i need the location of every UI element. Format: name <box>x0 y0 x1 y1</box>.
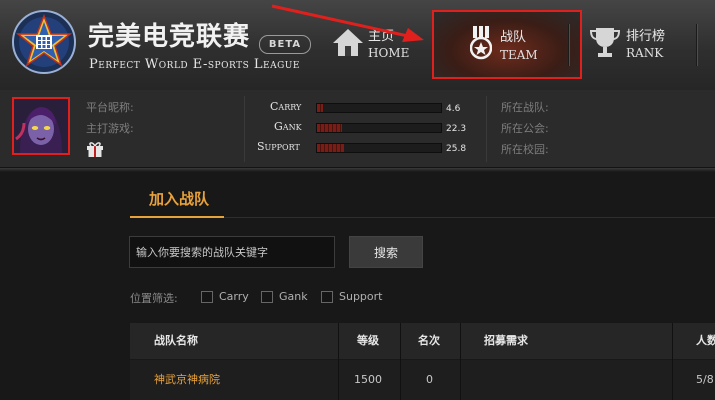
stat-value-gank: 22.3 <box>446 124 467 134</box>
team-name-link[interactable]: 神武京神病院 <box>154 360 220 400</box>
filter-gank-checkbox[interactable] <box>261 291 273 303</box>
nav-rank[interactable]: 排行榜 RANK <box>590 0 700 90</box>
nav-rank-label-en: RANK <box>626 46 664 60</box>
table-header: 战队名称 等级 名次 招募需求 人数 <box>130 323 715 359</box>
school-label: 所在校园: <box>501 143 549 156</box>
stat-name-support: Support <box>257 140 300 153</box>
team-level: 1500 <box>354 373 382 386</box>
trophy-icon <box>590 28 620 57</box>
nav-team-label-en: TEAM <box>500 48 538 62</box>
medal-icon <box>470 26 492 60</box>
filter-carry-checkbox[interactable] <box>201 291 213 303</box>
nav-divider <box>696 24 698 66</box>
team-label: 所在战队: <box>501 101 549 114</box>
filter-carry-label: Carry <box>219 290 249 303</box>
col-divider <box>400 323 401 400</box>
stat-fill-carry <box>317 104 324 112</box>
tab-underline <box>130 216 224 218</box>
guild-label: 所在公会: <box>501 122 549 135</box>
search-button[interactable]: 搜索 <box>349 236 423 268</box>
nav-team[interactable]: 战队 TEAM <box>432 10 582 79</box>
nickname-label: 平台昵称: <box>86 101 134 114</box>
stat-name-gank: Gank <box>274 120 302 133</box>
filter-label: 位置筛选: <box>130 292 178 305</box>
brand-subtitle: Perfect World E-sports League <box>89 57 300 72</box>
main-game-label: 主打游戏: <box>86 122 134 135</box>
brand-title: 完美电竞联赛 <box>88 22 251 52</box>
panel-edge <box>0 168 715 172</box>
nav-divider <box>568 24 570 66</box>
team-members: 5/8 <box>696 373 714 386</box>
team-rank: 0 <box>426 373 433 386</box>
tab-divider <box>224 217 715 218</box>
col-header-rank: 名次 <box>418 334 440 347</box>
col-divider <box>338 323 339 400</box>
stat-value-support: 25.8 <box>446 144 467 154</box>
filter-support-label: Support <box>339 290 383 303</box>
stat-value-carry: 4.6 <box>446 104 461 114</box>
nav-team-label-cn: 战队 <box>500 30 527 45</box>
col-header-members: 人数 <box>696 334 715 347</box>
avatar[interactable] <box>12 97 70 155</box>
gift-icon[interactable] <box>86 141 104 157</box>
info-divider <box>486 96 487 162</box>
col-divider <box>460 323 461 400</box>
stat-bar-support <box>316 143 442 153</box>
filter-support-checkbox[interactable] <box>321 291 333 303</box>
stat-bar-carry <box>316 103 442 113</box>
nav-home-label-en: HOME <box>368 46 410 60</box>
nav-rank-label-cn: 排行榜 <box>626 29 666 44</box>
stat-bar-gank <box>316 123 442 133</box>
logo-star-icon <box>12 10 76 74</box>
col-header-name: 战队名称 <box>154 334 198 347</box>
avatar-image-icon <box>14 99 68 153</box>
col-header-recruit: 招募需求 <box>484 334 528 347</box>
annotation-arrow-icon <box>271 4 424 42</box>
col-header-level: 等级 <box>357 334 379 347</box>
stat-fill-support <box>317 144 345 152</box>
tab-join-team[interactable]: 加入战队 <box>149 188 209 209</box>
filter-gank-label: Gank <box>279 290 308 303</box>
info-divider <box>244 96 245 162</box>
col-divider <box>672 323 673 400</box>
stat-name-carry: Carry <box>270 100 302 113</box>
team-search-input[interactable] <box>129 236 335 268</box>
stat-fill-gank <box>317 124 342 132</box>
table-row[interactable]: 神武京神病院 1500 0 5/8 <box>130 360 715 400</box>
